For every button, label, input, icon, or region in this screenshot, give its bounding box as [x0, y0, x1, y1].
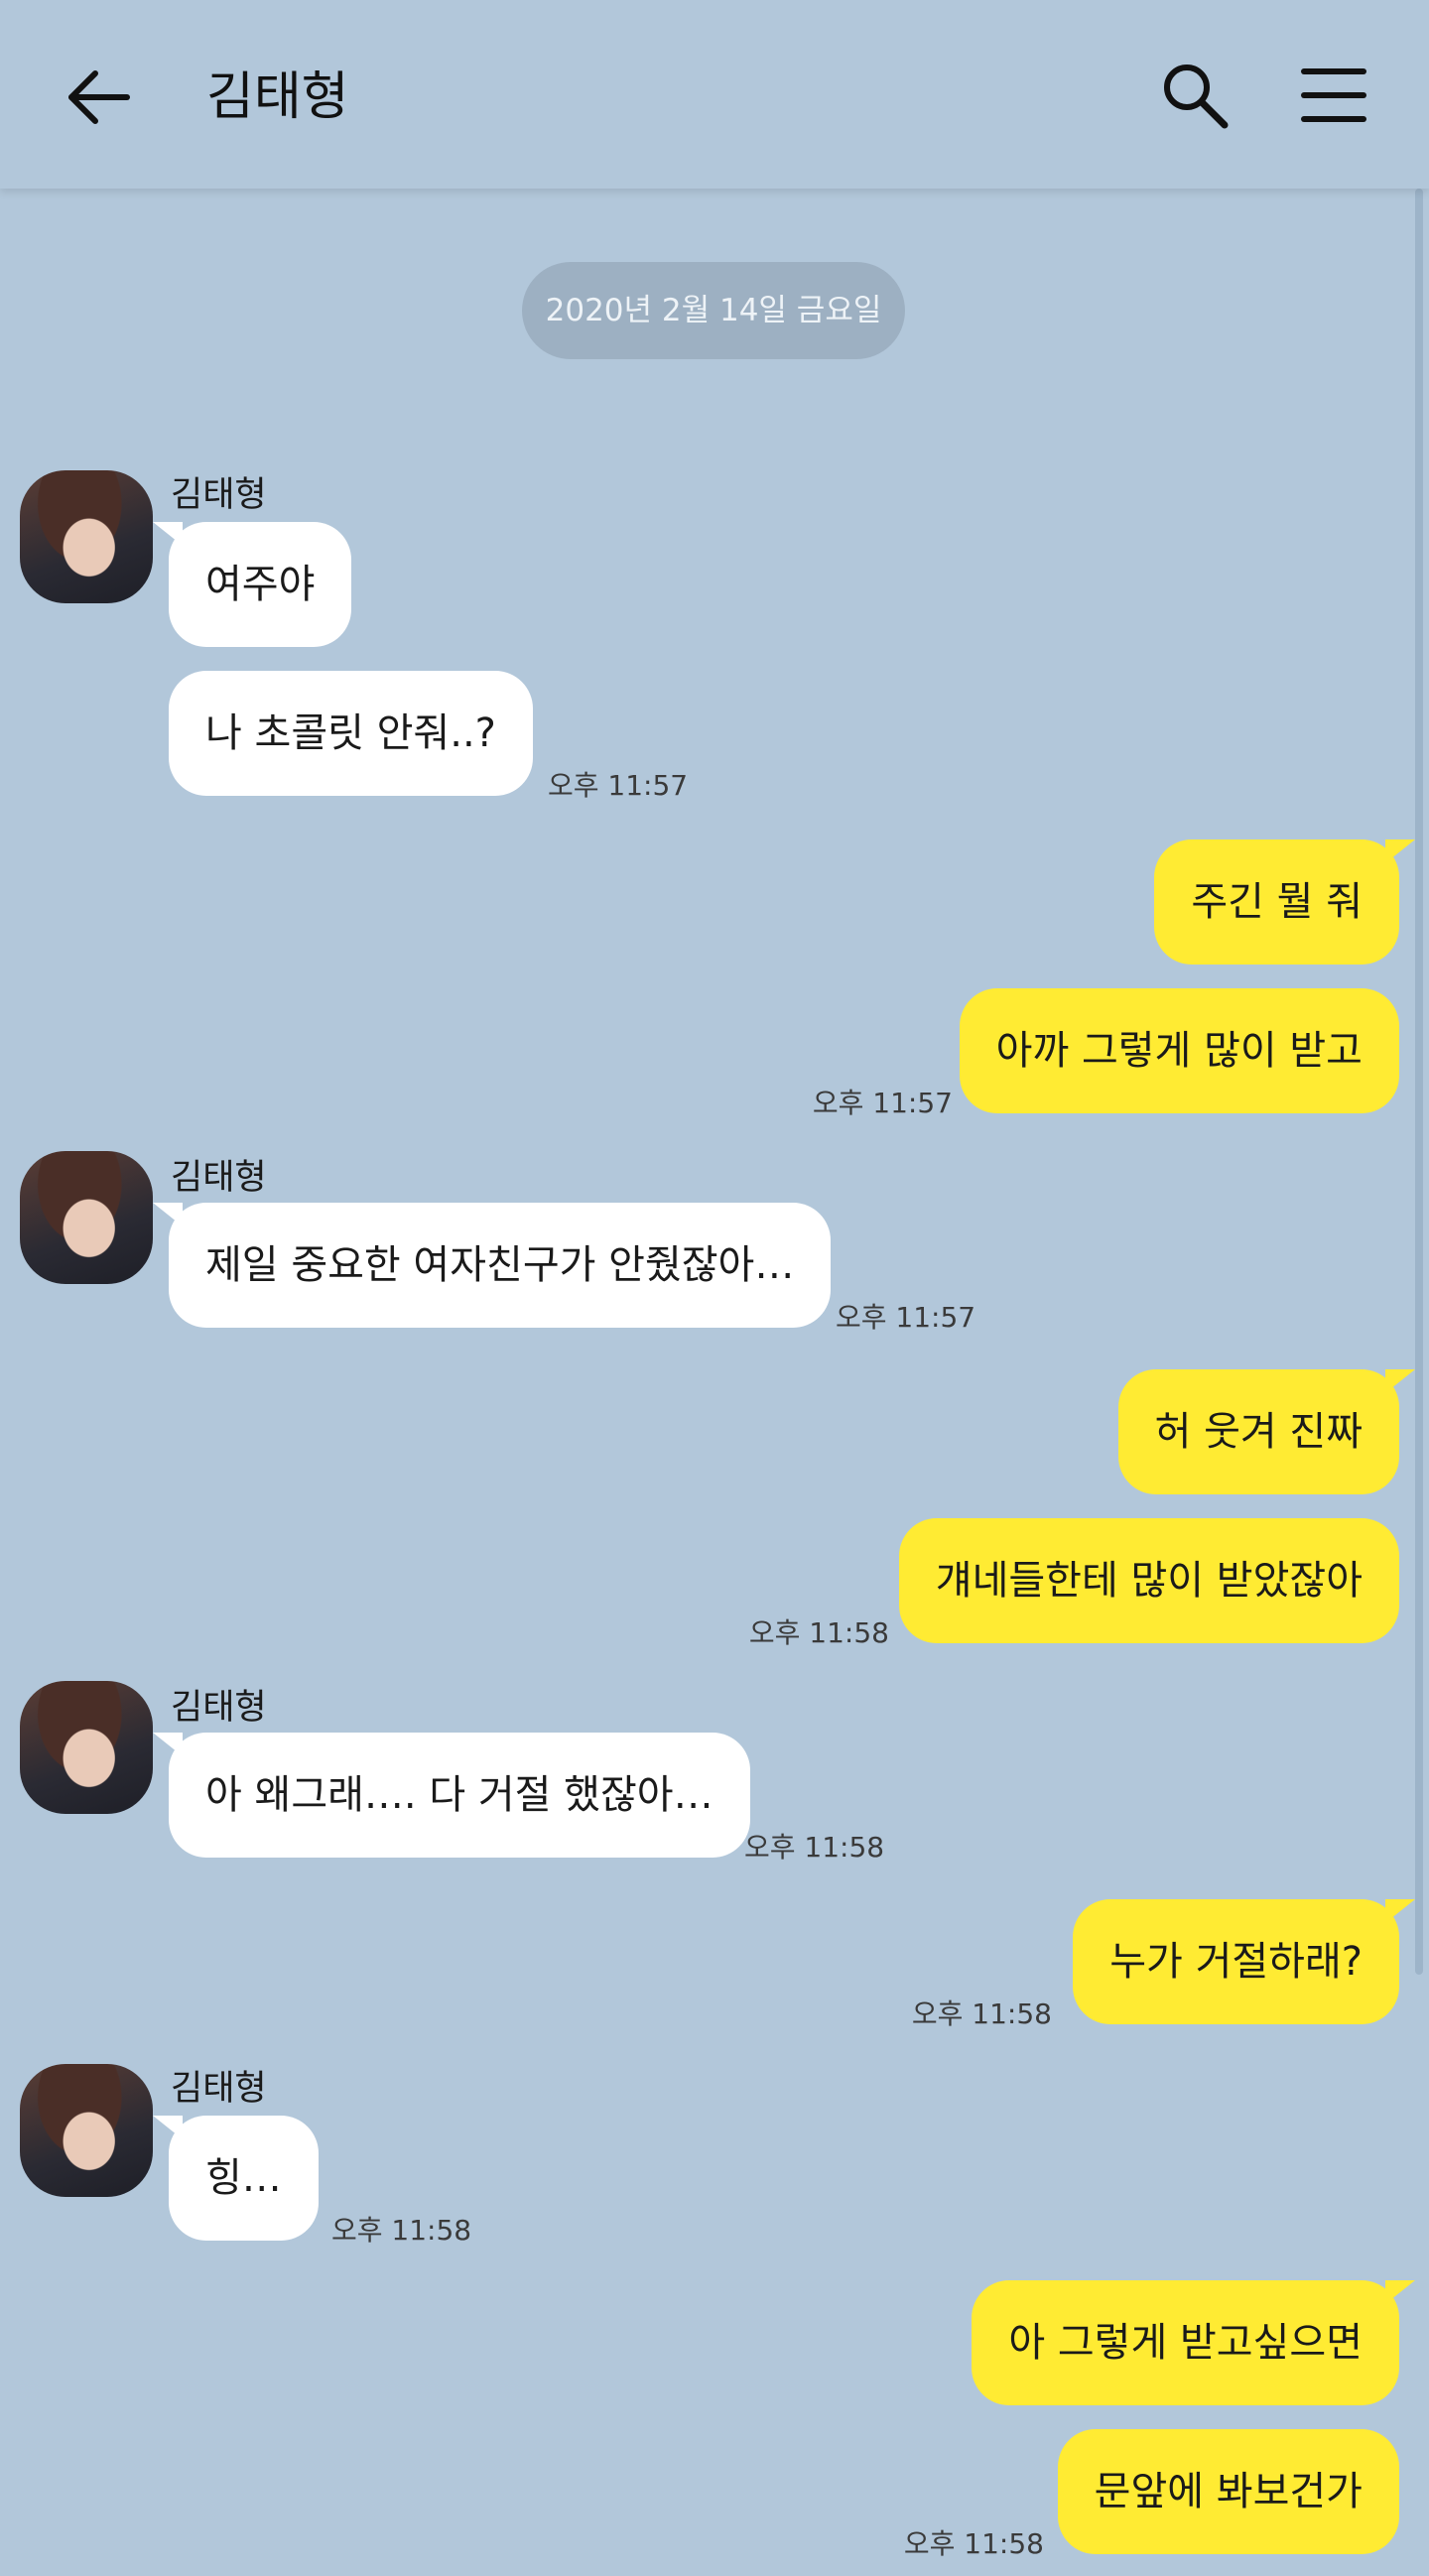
sender-name: 김태형	[171, 1158, 267, 1198]
sender-name: 김태형	[171, 1688, 267, 1728]
avatar[interactable]	[20, 2064, 153, 2197]
incoming-message-bubble[interactable]: 나 초콜릿 안줘..?	[169, 671, 533, 796]
message-time: 오후 11:57	[836, 1301, 976, 1334]
outgoing-message-bubble[interactable]: 걔네들한테 많이 받았잖아	[898, 1518, 1399, 1643]
chat-title: 김태형	[206, 67, 349, 127]
back-button[interactable]	[62, 60, 137, 135]
arrow-left-icon	[68, 70, 130, 124]
outgoing-message-bubble[interactable]: 주긴 뭘 줘	[1154, 839, 1415, 965]
incoming-message-bubble[interactable]: 아 왜그래…. 다 거절 했잖아…	[153, 1733, 750, 1858]
incoming-message-bubble[interactable]: 제일 중요한 여자친구가 안줬잖아…	[152, 1203, 832, 1328]
menu-button[interactable]	[1296, 58, 1371, 133]
avatar[interactable]	[20, 1681, 153, 1814]
message-time: 오후 11:58	[748, 1616, 889, 1649]
incoming-message-bubble[interactable]: 힝…	[153, 2116, 319, 2241]
outgoing-message-bubble[interactable]: 아 그렇게 받고싶으면	[972, 2280, 1415, 2405]
message-time: 오후 11:57	[812, 1087, 953, 1119]
avatar[interactable]	[20, 470, 153, 603]
outgoing-message-bubble[interactable]: 아까 그렇게 많이 받고	[959, 988, 1399, 1113]
outgoing-message-bubble[interactable]: 허 웃겨 진짜	[1117, 1369, 1416, 1494]
sender-name: 김태형	[171, 2069, 267, 2109]
message-time: 오후 11:58	[903, 2527, 1044, 2560]
message-time: 오후 11:58	[744, 1831, 885, 1864]
avatar[interactable]	[20, 1151, 153, 1284]
outgoing-message-bubble[interactable]: 문앞에 봐보건가	[1057, 2429, 1399, 2554]
date-divider: 2020년 2월 14일 금요일	[522, 262, 905, 359]
outgoing-message-bubble[interactable]: 누가 거절하래?	[1073, 1899, 1415, 2024]
chat-header: 김태형	[0, 0, 1429, 189]
scrollbar[interactable]	[1415, 189, 1423, 1975]
search-icon	[1164, 64, 1229, 129]
message-time: 오후 11:58	[911, 1997, 1052, 2030]
hamburger-menu-icon	[1301, 68, 1366, 122]
message-time: 오후 11:57	[548, 769, 689, 802]
message-time: 오후 11:58	[331, 2214, 472, 2247]
sender-name: 김태형	[171, 475, 267, 515]
search-button[interactable]	[1157, 58, 1233, 133]
incoming-message-bubble[interactable]: 여주야	[152, 522, 352, 647]
